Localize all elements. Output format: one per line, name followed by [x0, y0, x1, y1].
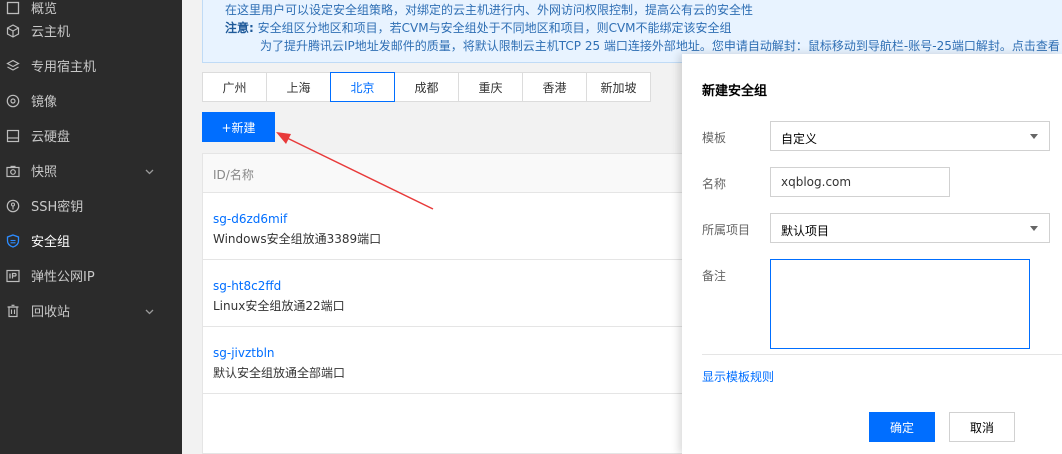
notice-line: 为了提升腾讯云IP地址发邮件的质量，将默认限制云主机TCP 25 端口连接外部地…	[260, 39, 1060, 53]
chevron-down-icon	[145, 165, 154, 175]
remark-label: 备注	[702, 269, 727, 283]
sidebar-item-image[interactable]: 镜像	[0, 83, 182, 118]
sidebar-item-label: SSH密钥	[31, 200, 84, 215]
security-group-name: Windows安全组放通3389端口	[213, 232, 382, 246]
project-select[interactable]: 默认项目	[770, 213, 1050, 243]
name-input[interactable]	[770, 167, 950, 197]
hard-disk-icon	[6, 129, 20, 143]
sidebar-item-cvm[interactable]: 云主机	[0, 13, 182, 48]
sidebar-item-label: 专用宿主机	[31, 60, 97, 75]
sidebar-item-cbs[interactable]: 云硬盘	[0, 118, 182, 153]
sidebar-item-label: 回收站	[31, 305, 71, 320]
tab-region-singapore[interactable]: 新加坡	[586, 72, 651, 102]
sidebar-item-label: 云硬盘	[31, 130, 71, 145]
sidebar-item-eip[interactable]: 弹性公网IP	[0, 258, 182, 293]
name-label: 名称	[702, 177, 727, 191]
template-select[interactable]: 自定义	[770, 121, 1050, 151]
sidebar-item-label: 快照	[31, 165, 58, 180]
tab-region-shanghai[interactable]: 上海	[266, 72, 331, 102]
sidebar-item-label: 安全组	[31, 235, 71, 250]
cube-icon	[6, 23, 20, 38]
tab-region-chongqing[interactable]: 重庆	[458, 72, 523, 102]
sidebar-item-label: 云主机	[31, 25, 71, 40]
security-group-name: 默认安全组放通全部端口	[213, 366, 346, 380]
notice-line: 在这里用户可以设定安全组策略，对绑定的云主机进行内、外网访问权限控制，提高公有云…	[225, 3, 754, 17]
column-header-id-name: ID/名称	[213, 168, 254, 182]
security-group-id-link[interactable]: sg-d6zd6mif	[213, 212, 287, 226]
chevron-down-icon	[145, 305, 154, 315]
tab-region-guangzhou[interactable]: 广州	[202, 72, 267, 102]
confirm-button[interactable]: 确定	[869, 412, 935, 442]
notice-label: 注意:	[225, 21, 254, 35]
remark-textarea[interactable]	[770, 259, 1030, 349]
key-icon	[6, 199, 20, 213]
caret-down-icon	[1030, 134, 1038, 139]
tab-region-chengdu[interactable]: 成都	[394, 72, 459, 102]
sidebar-item-security-group[interactable]: 安全组	[0, 223, 182, 258]
sidebar-item-ssh-key[interactable]: SSH密钥	[0, 188, 182, 223]
new-security-group-panel: 新建安全组 模板 自定义 名称 所属项目 默认项目 备注 显示模板规则 确定 取…	[682, 54, 1062, 454]
project-select-value: 默认项目	[781, 224, 830, 238]
divider	[702, 354, 1062, 355]
project-label: 所属项目	[702, 223, 751, 237]
sidebar: 概览 云主机 专用宿主机 镜像 云硬盘 快照 SSH密钥 安全组 弹性公网IP …	[0, 0, 182, 454]
layers-icon	[6, 59, 20, 73]
template-label: 模板	[702, 131, 727, 145]
template-select-value: 自定义	[781, 132, 818, 146]
sidebar-item-dedicated-host[interactable]: 专用宿主机	[0, 48, 182, 83]
tab-region-beijing[interactable]: 北京	[330, 72, 395, 102]
security-group-name: Linux安全组放通22端口	[213, 299, 345, 313]
sidebar-item-label: 弹性公网IP	[31, 270, 95, 285]
caret-down-icon	[1030, 226, 1038, 231]
security-group-id-link[interactable]: sg-jivztbln	[213, 346, 275, 360]
sidebar-item-recycle-bin[interactable]: 回收站	[0, 293, 182, 328]
trash-icon	[6, 304, 20, 318]
cancel-button[interactable]: 取消	[949, 412, 1015, 442]
sidebar-item-label: 镜像	[31, 95, 58, 110]
shield-icon	[6, 233, 20, 248]
new-security-group-button[interactable]: +新建	[202, 112, 275, 142]
notice-text: 安全组区分地区和项目，若CVM与安全组处于不同地区和项目，则CVM不能绑定该安全…	[257, 21, 732, 35]
notice-line: 注意: 安全组区分地区和项目，若CVM与安全组处于不同地区和项目，则CVM不能绑…	[225, 19, 732, 37]
sidebar-item-snapshot[interactable]: 快照	[0, 153, 182, 188]
security-group-id-link[interactable]: sg-ht8c2ffd	[213, 279, 281, 293]
show-template-rules-link[interactable]: 显示模板规则	[702, 368, 774, 385]
panel-title: 新建安全组	[702, 84, 768, 99]
disc-icon	[6, 94, 20, 108]
region-tabs: 广州 上海 北京 成都 重庆 香港 新加坡	[202, 72, 651, 102]
ip-icon	[6, 269, 20, 283]
camera-icon	[6, 164, 20, 178]
tab-region-hongkong[interactable]: 香港	[522, 72, 587, 102]
